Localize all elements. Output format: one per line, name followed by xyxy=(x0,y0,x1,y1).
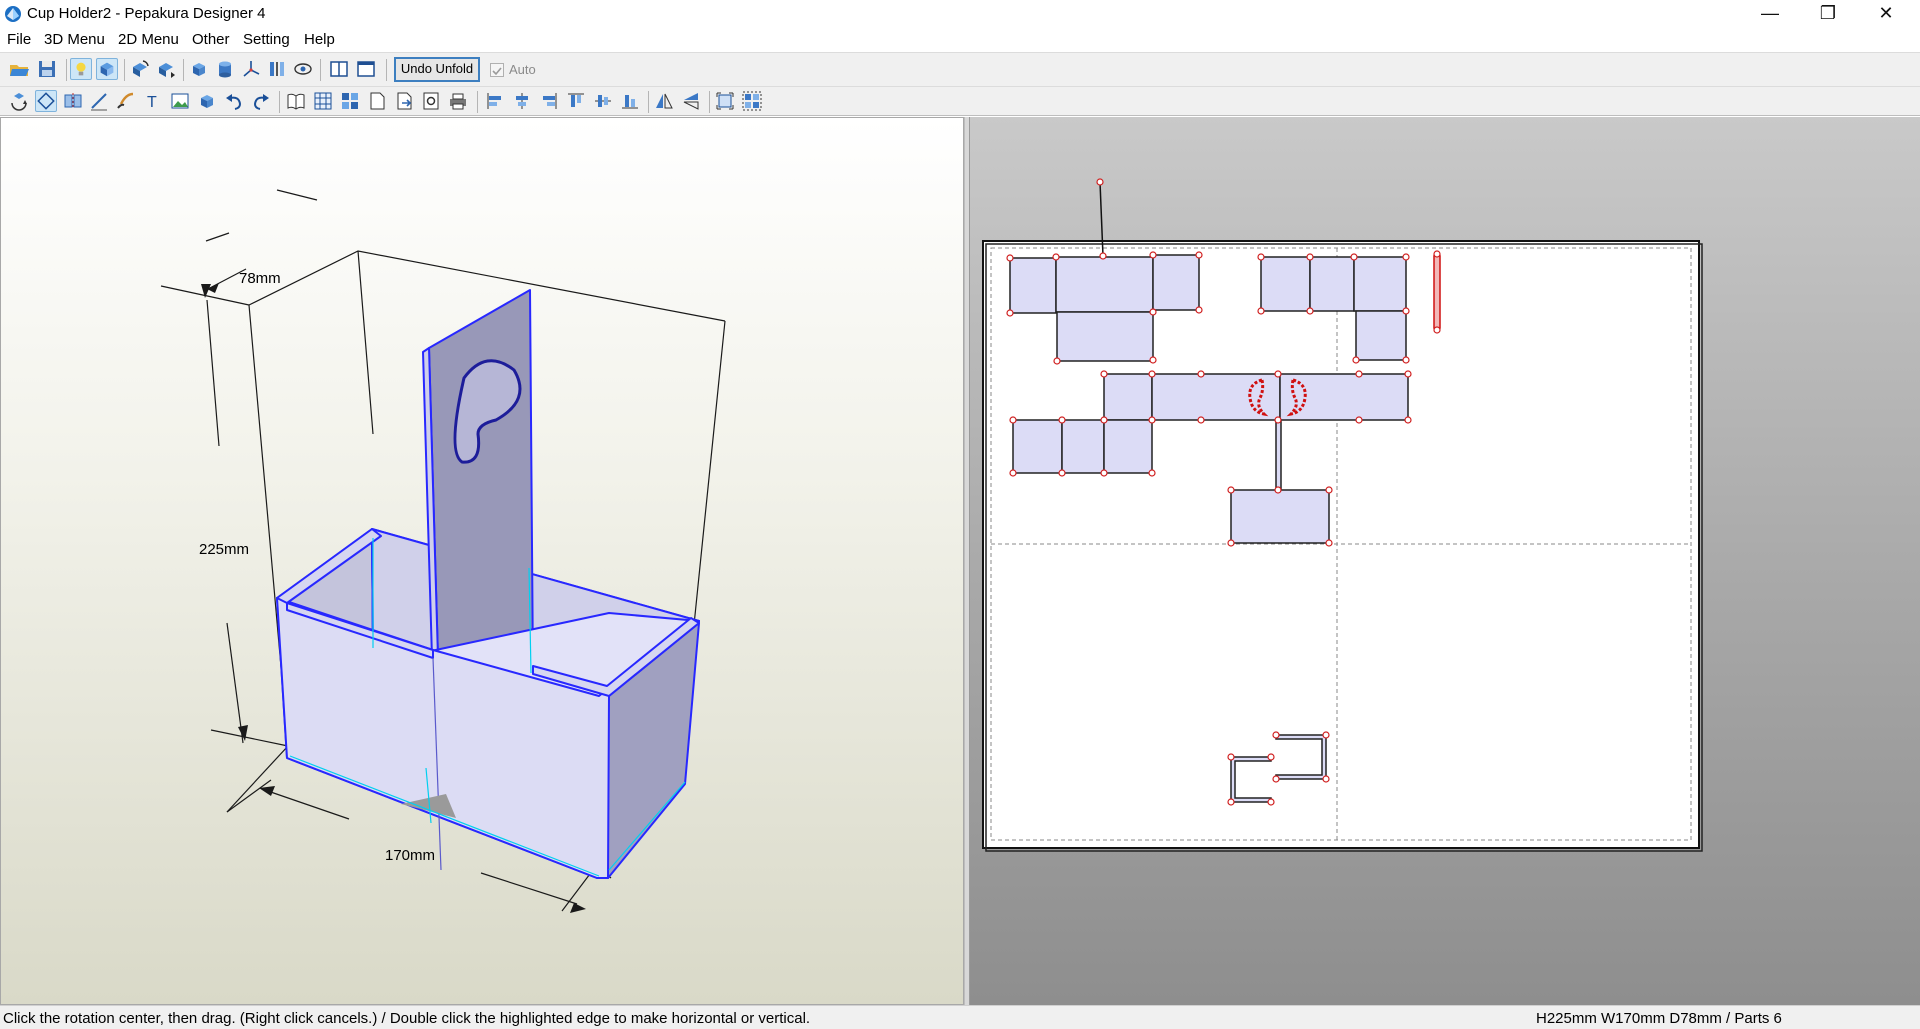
flip-h-icon[interactable] xyxy=(653,90,675,112)
move-icon[interactable] xyxy=(155,58,177,80)
bars-icon[interactable] xyxy=(266,58,288,80)
align-center-icon[interactable] xyxy=(511,90,533,112)
line-icon[interactable] xyxy=(88,90,110,112)
menu-other[interactable]: Other xyxy=(192,31,230,48)
status-dimensions: H225mm W170mm D78mm / Parts 6 xyxy=(1536,1010,1782,1027)
toolbar-separator xyxy=(66,59,67,81)
menu-setting[interactable]: Setting xyxy=(243,31,290,48)
redo-icon[interactable] xyxy=(250,90,272,112)
rotate-view-icon[interactable] xyxy=(8,90,30,112)
align-top-icon[interactable] xyxy=(565,90,587,112)
book-icon[interactable] xyxy=(285,90,307,112)
main-toolbar: Undo Unfold Auto xyxy=(0,52,1920,86)
toolbar-separator xyxy=(124,59,125,81)
brush-icon[interactable] xyxy=(115,90,137,112)
open-icon[interactable] xyxy=(8,58,30,80)
toolbar-separator xyxy=(386,59,387,81)
auto-checkbox[interactable] xyxy=(490,63,504,77)
layout-icon[interactable] xyxy=(339,90,361,112)
close-button[interactable]: ✕ xyxy=(1857,0,1915,28)
menu-file[interactable]: File xyxy=(7,31,31,48)
pepakura-app-icon xyxy=(5,6,21,22)
grid-icon[interactable] xyxy=(312,90,334,112)
menu-3d[interactable]: 3D Menu xyxy=(44,31,105,48)
texture-icon[interactable] xyxy=(96,58,118,80)
maximize-button[interactable]: ❐ xyxy=(1799,0,1857,28)
align-left-icon[interactable] xyxy=(484,90,506,112)
menu-bar: File 3D Menu 2D Menu Other Setting Help xyxy=(0,28,1920,52)
2d-pattern-canvas[interactable] xyxy=(970,117,1920,1005)
toolbar-separator xyxy=(648,91,649,113)
svg-text:T: T xyxy=(147,94,157,111)
align-bottom-icon[interactable] xyxy=(619,90,641,112)
text-icon[interactable]: T xyxy=(142,90,164,112)
status-message: Click the rotation center, then drag. (R… xyxy=(3,1010,811,1027)
3d-view-panel[interactable]: 78mm 225mm 170mm xyxy=(0,117,964,1005)
split-view-icon[interactable] xyxy=(328,58,350,80)
print-icon[interactable] xyxy=(447,90,469,112)
fit-icon[interactable] xyxy=(714,90,736,112)
depth-dimension-label: 78mm xyxy=(239,270,281,287)
single-view-icon[interactable] xyxy=(355,58,377,80)
status-bar: Click the rotation center, then drag. (R… xyxy=(0,1005,1920,1029)
2d-view-panel[interactable] xyxy=(970,117,1920,1005)
window-title: Cup Holder2 - Pepakura Designer 4 xyxy=(27,5,266,22)
width-dimension-label: 170mm xyxy=(385,847,435,864)
align-right-icon[interactable] xyxy=(538,90,560,112)
leader-line-endpoint xyxy=(1096,178,1104,186)
secondary-toolbar: T xyxy=(0,86,1920,116)
align-middle-icon[interactable] xyxy=(592,90,614,112)
toolbar-separator xyxy=(320,59,321,81)
checkmark-icon xyxy=(492,67,502,76)
join-icon[interactable] xyxy=(62,90,84,112)
select-edge-icon[interactable] xyxy=(35,90,57,112)
toolbar-separator xyxy=(279,91,280,113)
menu-2d[interactable]: 2D Menu xyxy=(118,31,179,48)
undo-unfold-button[interactable]: Undo Unfold xyxy=(394,57,480,82)
print-preview-icon[interactable] xyxy=(420,90,442,112)
page-icon[interactable] xyxy=(366,90,388,112)
box-icon[interactable] xyxy=(196,90,218,112)
flip-v-icon[interactable] xyxy=(680,90,702,112)
cube-icon[interactable] xyxy=(188,58,210,80)
auto-label: Auto xyxy=(509,62,536,77)
3d-model-canvas[interactable]: 78mm 225mm 170mm xyxy=(1,118,963,1004)
undo-icon[interactable] xyxy=(223,90,245,112)
toolbar-separator xyxy=(183,59,184,81)
export-icon[interactable] xyxy=(393,90,415,112)
save-icon[interactable] xyxy=(36,58,58,80)
arrange-icon[interactable] xyxy=(741,90,763,112)
toolbar-separator xyxy=(477,91,478,113)
menu-help[interactable]: Help xyxy=(304,31,335,48)
minimize-button[interactable]: — xyxy=(1741,0,1799,28)
height-dimension-label: 225mm xyxy=(199,541,249,558)
toolbar-separator xyxy=(709,91,710,113)
rotate-icon[interactable] xyxy=(129,58,151,80)
part-4[interactable] xyxy=(1433,252,1441,332)
cylinder-icon[interactable] xyxy=(214,58,236,80)
image-icon[interactable] xyxy=(169,90,191,112)
eye-icon[interactable] xyxy=(292,58,314,80)
axis-icon[interactable] xyxy=(240,58,262,80)
lightbulb-icon[interactable] xyxy=(70,58,92,80)
cup-holder-model[interactable] xyxy=(276,289,700,879)
title-bar: Cup Holder2 - Pepakura Designer 4 — ❐ ✕ xyxy=(0,0,1920,28)
